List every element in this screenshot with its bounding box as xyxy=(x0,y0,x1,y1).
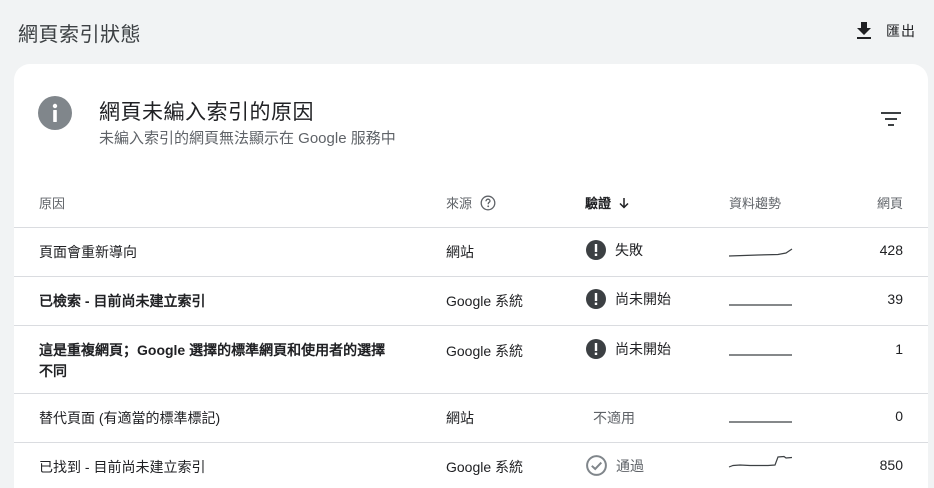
check-circle-icon xyxy=(586,455,607,476)
row-source: Google 系統 xyxy=(446,343,524,359)
trend-sparkline xyxy=(728,248,793,257)
export-label: 匯出 xyxy=(886,23,916,39)
row-verify: 失敗 xyxy=(586,240,643,260)
row-source: 網站 xyxy=(446,244,474,260)
card-title: 網頁未編入索引的原因 xyxy=(99,101,314,124)
row-verify: 不適用 xyxy=(586,408,635,428)
table-header: 原因 來源 驗證 資料趨勢 網頁 xyxy=(14,176,928,228)
row-reason: 頁面會重新導向 xyxy=(39,244,137,260)
verify-label: 失敗 xyxy=(615,242,643,258)
trend-sparkline xyxy=(728,455,793,468)
table-row[interactable]: 替代頁面 (有適當的標準標記) 網站 不適用 0 xyxy=(14,394,928,443)
column-reason[interactable]: 原因 xyxy=(39,193,65,212)
help-circle-icon[interactable] xyxy=(480,195,496,211)
row-pages: 428 xyxy=(879,242,903,258)
column-pages[interactable]: 網頁 xyxy=(877,193,903,212)
row-source: Google 系統 xyxy=(446,459,524,475)
row-reason: 已找到 - 目前尚未建立索引 xyxy=(39,459,206,475)
row-reason: 已檢索 - 目前尚未建立索引 xyxy=(39,293,206,309)
table-row[interactable]: 這是重複網頁；Google 選擇的標準網頁和使用者的選擇不同 Google 系統… xyxy=(14,326,928,394)
row-reason: 這是重複網頁；Google 選擇的標準網頁和使用者的選擇不同 xyxy=(39,342,386,379)
row-verify: 通過 xyxy=(586,455,644,476)
filter-icon[interactable] xyxy=(876,104,906,134)
trend-sparkline xyxy=(729,354,792,356)
table-row[interactable]: 已找到 - 目前尚未建立索引 Google 系統 通過 850 xyxy=(14,443,928,488)
page-title: 網頁索引狀態 xyxy=(18,24,141,46)
trend-sparkline xyxy=(729,304,792,306)
row-pages: 850 xyxy=(879,457,903,473)
exclamation-circle-icon xyxy=(586,240,606,260)
arrow-down-icon xyxy=(619,197,629,209)
row-pages: 39 xyxy=(887,291,903,307)
row-pages: 0 xyxy=(895,408,903,424)
row-verify: 尚未開始 xyxy=(586,289,671,309)
exclamation-circle-icon xyxy=(586,289,606,309)
exclamation-circle-icon xyxy=(586,339,606,359)
row-verify: 尚未開始 xyxy=(586,339,671,359)
trend-sparkline xyxy=(729,421,792,423)
verify-label: 尚未開始 xyxy=(615,291,671,307)
column-trend: 資料趨勢 xyxy=(729,196,782,211)
verify-label: 通過 xyxy=(616,457,644,474)
table-row[interactable]: 頁面會重新導向 網站 失敗 428 xyxy=(14,228,928,277)
column-source[interactable]: 來源 xyxy=(446,193,496,212)
row-reason: 替代頁面 (有適當的標準標記) xyxy=(39,410,221,426)
table-row[interactable]: 已檢索 - 目前尚未建立索引 Google 系統 尚未開始 39 xyxy=(14,277,928,326)
top-bar: 網頁索引狀態 匯出 xyxy=(0,0,934,62)
row-pages: 1 xyxy=(895,341,903,357)
column-verify-label: 驗證 xyxy=(585,196,612,211)
card-subtitle: 未編入索引的網頁無法顯示在 Google 服務中 xyxy=(99,130,396,147)
verify-label: 不適用 xyxy=(593,410,635,426)
row-source: Google 系統 xyxy=(446,293,524,309)
verify-label: 尚未開始 xyxy=(615,341,671,357)
download-icon xyxy=(857,22,871,39)
not-indexed-reasons-card: 網頁未編入索引的原因 未編入索引的網頁無法顯示在 Google 服務中 原因 來… xyxy=(14,64,928,488)
row-source: 網站 xyxy=(446,410,474,426)
column-verify[interactable]: 驗證 xyxy=(585,193,631,212)
column-source-label: 來源 xyxy=(446,196,473,211)
info-icon xyxy=(38,96,72,130)
export-button[interactable]: 匯出 xyxy=(852,16,916,46)
